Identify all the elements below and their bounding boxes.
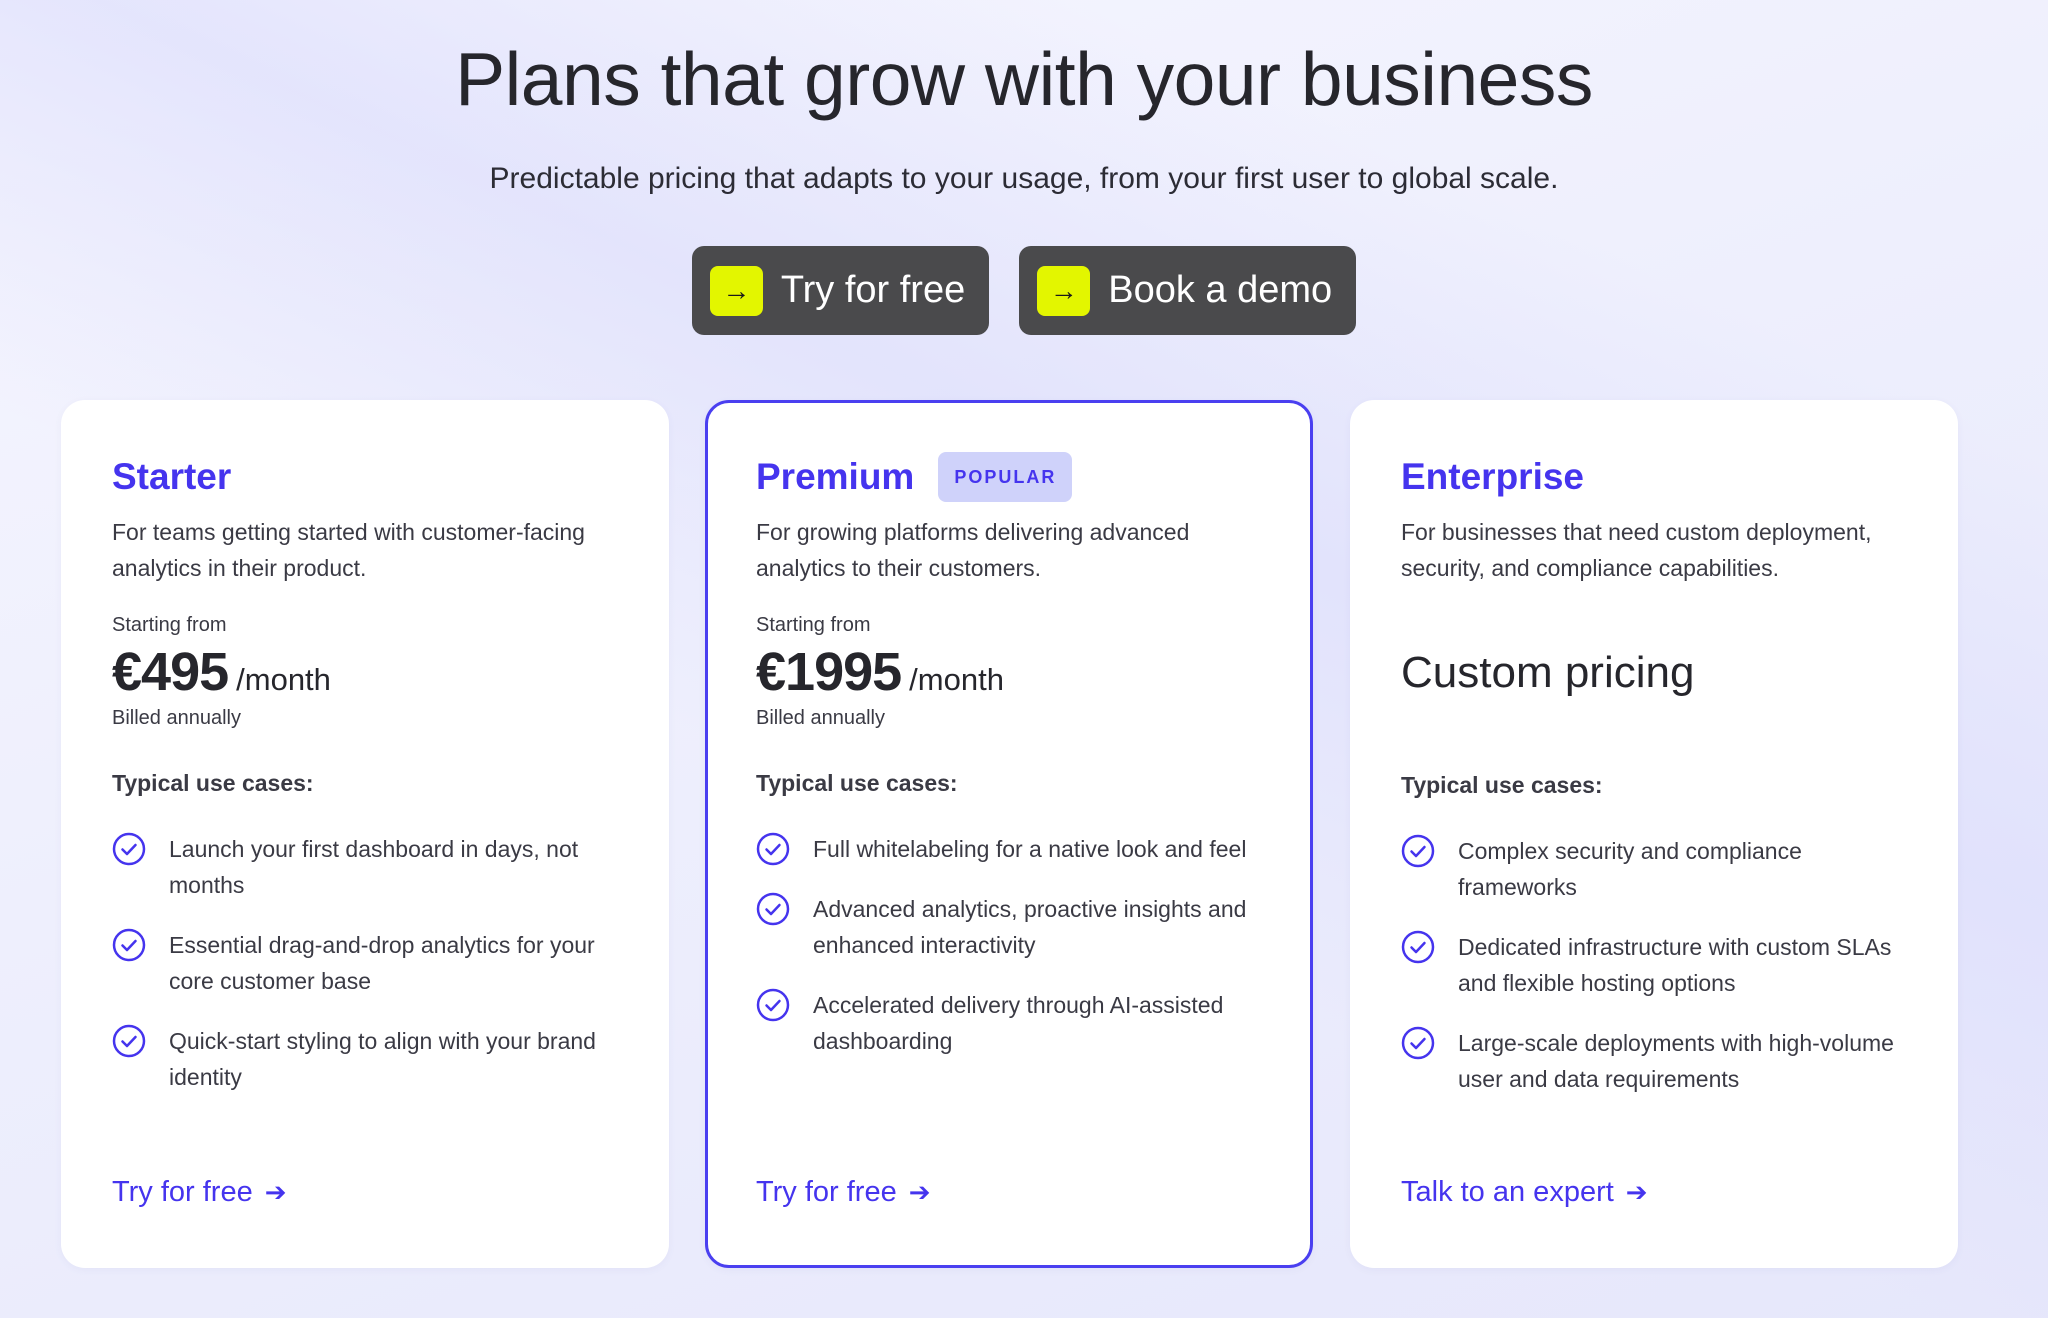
starting-from-label: Starting from bbox=[112, 614, 227, 636]
feature-text: Accelerated delivery through AI-assisted… bbox=[813, 992, 1224, 1054]
plan-header: Enterprise bbox=[1401, 452, 1906, 502]
feature-item: Full whitelabeling for a native look and… bbox=[756, 831, 1261, 867]
feature-item: Advanced analytics, proactive insights a… bbox=[756, 891, 1261, 963]
hero-cta-row: → Try for free → Book a demo bbox=[0, 246, 2048, 335]
feature-text: Full whitelabeling for a native look and… bbox=[813, 836, 1247, 862]
check-circle-icon bbox=[756, 892, 790, 926]
talk-to-an-expert-link[interactable]: Talk to an expert ➔ bbox=[1401, 1176, 1648, 1209]
check-circle-icon bbox=[1401, 1026, 1435, 1060]
plan-name: Enterprise bbox=[1401, 456, 1585, 497]
book-a-demo-label: Book a demo bbox=[1108, 269, 1333, 311]
feature-item: Accelerated delivery through AI-assisted… bbox=[756, 987, 1261, 1059]
arrow-right-icon: → bbox=[709, 265, 763, 316]
price-row: €495 /month bbox=[112, 641, 617, 703]
use-cases-heading: Typical use cases: bbox=[756, 770, 958, 796]
check-circle-icon bbox=[756, 832, 790, 866]
arrow-right-icon: → bbox=[1037, 265, 1091, 316]
feature-item: Large-scale deployments with high-volume… bbox=[1401, 1025, 1906, 1097]
billing-note: Billed annually bbox=[112, 707, 241, 729]
try-for-free-button[interactable]: → Try for free bbox=[691, 246, 990, 335]
premium-try-for-free-link[interactable]: Try for free ➔ bbox=[756, 1176, 931, 1209]
check-circle-icon bbox=[756, 988, 790, 1022]
popular-badge: POPULAR bbox=[938, 452, 1073, 502]
feature-item: Complex security and compliance framewor… bbox=[1401, 833, 1906, 905]
plan-price: €1995 bbox=[756, 642, 902, 702]
feature-text: Launch your first dashboard in days, not… bbox=[169, 836, 579, 898]
check-circle-icon bbox=[112, 928, 146, 962]
feature-item: Quick-start styling to align with your b… bbox=[112, 1023, 617, 1095]
feature-item: Launch your first dashboard in days, not… bbox=[112, 831, 617, 903]
price-period: /month bbox=[909, 662, 1004, 697]
feature-text: Quick-start styling to align with your b… bbox=[169, 1028, 596, 1090]
feature-text: Essential drag-and-drop analytics for yo… bbox=[169, 932, 595, 994]
check-circle-icon bbox=[1401, 930, 1435, 964]
plan-card-starter: Starter For teams getting started with c… bbox=[61, 400, 669, 1268]
feature-item: Essential drag-and-drop analytics for yo… bbox=[112, 927, 617, 999]
feature-text: Advanced analytics, proactive insights a… bbox=[813, 896, 1247, 958]
price-row: €1995 /month bbox=[756, 641, 1261, 703]
starter-try-for-free-link[interactable]: Try for free ➔ bbox=[112, 1176, 287, 1209]
book-a-demo-button[interactable]: → Book a demo bbox=[1019, 246, 1357, 335]
billing-note: Billed annually bbox=[756, 707, 885, 729]
feature-item: Dedicated infrastructure with custom SLA… bbox=[1401, 929, 1906, 1001]
feature-text: Complex security and compliance framewor… bbox=[1458, 838, 1802, 900]
arrow-right-icon: ➔ bbox=[908, 1177, 931, 1207]
page-title: Plans that grow with your business bbox=[455, 37, 1593, 121]
plan-name: Starter bbox=[112, 456, 232, 497]
feature-list: Full whitelabeling for a native look and… bbox=[756, 831, 1261, 1059]
use-cases-heading: Typical use cases: bbox=[112, 770, 314, 796]
plan-card-enterprise: Enterprise For businesses that need cust… bbox=[1350, 400, 1958, 1268]
use-cases-heading: Typical use cases: bbox=[1401, 772, 1603, 798]
plan-header: Starter bbox=[112, 452, 617, 502]
plan-price: €495 bbox=[112, 642, 229, 702]
page-subtitle: Predictable pricing that adapts to your … bbox=[489, 162, 1559, 195]
link-label: Try for free bbox=[756, 1176, 897, 1208]
feature-text: Dedicated infrastructure with custom SLA… bbox=[1458, 934, 1892, 996]
price-period: /month bbox=[236, 662, 331, 697]
plan-card-premium: Premium POPULAR For growing platforms de… bbox=[705, 400, 1313, 1268]
plan-description: For businesses that need custom deployme… bbox=[1401, 519, 1872, 581]
plan-description: For teams getting started with customer-… bbox=[112, 519, 585, 581]
starting-from-label: Starting from bbox=[756, 614, 871, 636]
plan-name: Premium bbox=[756, 456, 915, 497]
try-for-free-label: Try for free bbox=[780, 269, 966, 311]
hero-section: Plans that grow with your business Predi… bbox=[0, 0, 2048, 196]
check-circle-icon bbox=[1401, 834, 1435, 868]
feature-text: Large-scale deployments with high-volume… bbox=[1458, 1030, 1894, 1092]
check-circle-icon bbox=[112, 1024, 146, 1058]
check-circle-icon bbox=[112, 832, 146, 866]
feature-list: Complex security and compliance framewor… bbox=[1401, 833, 1906, 1097]
custom-pricing-label: Custom pricing bbox=[1401, 648, 1695, 697]
plan-description: For growing platforms delivering advance… bbox=[756, 519, 1190, 581]
link-label: Talk to an expert bbox=[1401, 1176, 1614, 1208]
arrow-right-icon: ➔ bbox=[264, 1177, 287, 1207]
plan-header: Premium POPULAR bbox=[756, 452, 1261, 502]
arrow-right-icon: ➔ bbox=[1625, 1177, 1648, 1207]
feature-list: Launch your first dashboard in days, not… bbox=[112, 831, 617, 1095]
link-label: Try for free bbox=[112, 1176, 253, 1208]
